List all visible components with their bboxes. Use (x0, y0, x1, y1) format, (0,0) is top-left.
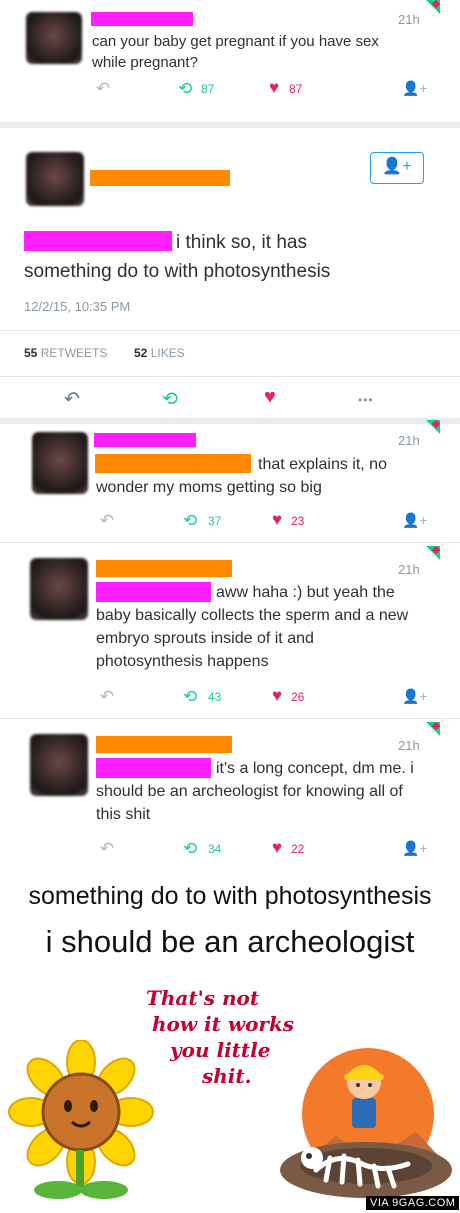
tweet-time: 21h (398, 562, 420, 577)
like-count: 22 (291, 842, 305, 856)
avatar[interactable] (32, 432, 88, 494)
reply-icon[interactable]: ↶ (100, 512, 114, 529)
like-count: 87 (289, 82, 303, 96)
avatar[interactable] (30, 558, 88, 620)
retweet-icon[interactable]: ⟲ (178, 80, 192, 97)
watermark: VIA 9GAG.COM (366, 1196, 460, 1210)
heart-icon[interactable]: ♥ (272, 687, 282, 704)
follow-icon[interactable]: 👤+ (402, 80, 428, 97)
heart-icon[interactable]: ♥ (269, 79, 279, 96)
avatar[interactable] (26, 152, 84, 206)
tweet-text: aww haha :) but yeah the baby basically … (96, 584, 409, 670)
follow-button[interactable]: 👤+ (370, 152, 424, 184)
corner-badge-icon (426, 0, 440, 14)
corner-badge-icon (426, 546, 440, 560)
retweet-count: 37 (208, 514, 222, 528)
like-count: 23 (291, 514, 305, 528)
tweet-time: 21h (398, 738, 420, 753)
like-stats[interactable]: 52 LIKES (134, 346, 185, 360)
reply-icon[interactable]: ↶ (100, 688, 114, 705)
avatar[interactable] (26, 12, 82, 64)
more-icon[interactable]: ••• (358, 392, 374, 409)
divider (0, 718, 460, 719)
divider (0, 418, 460, 424)
follow-icon[interactable]: 👤+ (402, 840, 428, 857)
follow-icon[interactable]: 👤+ (402, 688, 428, 705)
like-count: 26 (291, 690, 305, 704)
redacted-name (91, 12, 193, 26)
avatar[interactable] (30, 734, 88, 796)
reply-icon[interactable]: ↶ (100, 840, 114, 857)
retweet-icon[interactable]: ⟲ (183, 512, 197, 529)
tweet-text: that explains it, no wonder my moms gett… (96, 456, 387, 496)
note-line-1: That's not (146, 986, 260, 1010)
caption-line-2: i should be an archeologist (45, 924, 415, 959)
heart-icon[interactable]: ♥ (264, 387, 276, 407)
divider (0, 376, 460, 377)
archeologist-illustration (280, 1048, 452, 1198)
likes-count: 52 (134, 346, 148, 360)
tweet-time: 21h (398, 12, 420, 27)
retweet-icon[interactable]: ⟲ (183, 688, 197, 705)
redacted-name (90, 170, 230, 186)
note-line-2: how it works (152, 1012, 295, 1036)
main-tweet-line2: something do to with photosynthesis (24, 261, 331, 282)
redacted-name (96, 736, 232, 753)
redacted-username (24, 231, 172, 251)
divider (0, 542, 460, 543)
tweet-time: 21h (398, 433, 420, 448)
main-tweet-timestamp: 12/2/15, 10:35 PM (24, 299, 131, 314)
follow-icon[interactable]: 👤+ (402, 512, 428, 529)
redacted-name (96, 560, 232, 577)
sunflower-illustration (8, 1040, 154, 1199)
retweets-label: RETWEETS (40, 346, 108, 360)
corner-badge-icon (426, 420, 440, 434)
retweet-count: 34 (208, 842, 222, 856)
retweet-icon[interactable]: ⟲ (183, 840, 197, 857)
retweet-icon[interactable]: ⟲ (162, 390, 178, 409)
divider (0, 330, 460, 331)
corner-badge-icon (426, 722, 440, 736)
tweet-text: can your baby get pregnant if you have s… (92, 33, 379, 71)
retweet-count: 87 (201, 82, 215, 96)
tweet-text: it's a long concept, dm me. i should be … (96, 760, 414, 823)
main-tweet-line1: i think so, it has (176, 232, 307, 253)
heart-icon[interactable]: ♥ (272, 511, 282, 528)
likes-label: LIKES (150, 346, 185, 360)
reply-icon[interactable]: ↶ (64, 390, 80, 409)
reply-icon[interactable]: ↶ (96, 80, 110, 97)
retweet-stats[interactable]: 55 RETWEETS (24, 346, 107, 360)
redacted-name (94, 433, 196, 447)
divider (0, 122, 460, 128)
caption-line-1: something do to with photosynthesis (28, 882, 432, 910)
retweets-count: 55 (24, 346, 38, 360)
retweet-count: 43 (208, 690, 222, 704)
heart-icon[interactable]: ♥ (272, 839, 282, 856)
